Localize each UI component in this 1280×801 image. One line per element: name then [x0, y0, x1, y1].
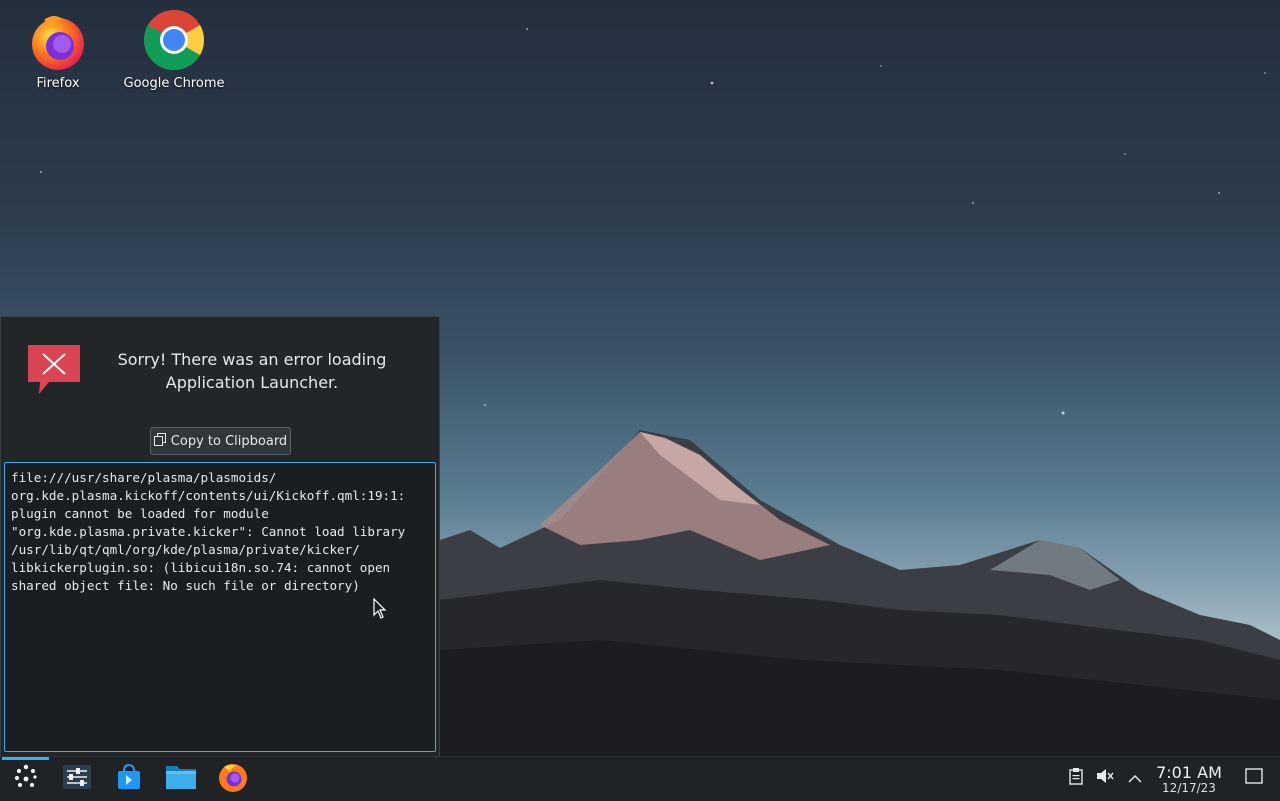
copy-to-clipboard-button[interactable]: Copy to Clipboard	[150, 427, 291, 455]
taskbar-system-settings[interactable]	[53, 757, 101, 801]
error-log-text[interactable]: file:///usr/share/plasma/plasmoids/ org.…	[4, 462, 436, 752]
desktop-icon-label: Firefox	[36, 76, 80, 91]
desktop-icon-label: Google Chrome	[123, 76, 225, 91]
application-launcher-button[interactable]	[2, 757, 50, 801]
volume-muted-icon	[1096, 768, 1114, 788]
clipboard-icon	[1069, 767, 1083, 789]
taskbar-discover[interactable]	[105, 757, 153, 801]
file-manager-icon	[165, 763, 197, 795]
chrome-icon	[142, 8, 206, 72]
show-desktop-icon	[1245, 768, 1263, 788]
taskbar-firefox[interactable]	[209, 757, 257, 801]
desktop-icon-firefox[interactable]: Firefox	[3, 8, 113, 91]
application-launcher-icon	[13, 764, 39, 794]
error-icon	[27, 344, 81, 400]
tray-volume[interactable]	[1094, 764, 1116, 792]
desktop-icon-chrome[interactable]: Google Chrome	[119, 8, 229, 91]
firefox-icon	[26, 8, 90, 72]
clock-time[interactable]: 7:01 AM	[1150, 763, 1228, 782]
clock-date[interactable]: 12/17/23	[1150, 781, 1228, 795]
chevron-up-icon	[1128, 769, 1142, 788]
taskbar-file-manager[interactable]	[157, 757, 205, 801]
tray-expand[interactable]	[1124, 764, 1146, 792]
firefox-icon	[217, 761, 249, 797]
show-desktop-button[interactable]	[1243, 764, 1265, 792]
taskbar	[0, 756, 1280, 801]
error-message: Sorry! There was an error loading Applic…	[117, 350, 387, 392]
discover-store-icon	[115, 763, 143, 795]
tray-clipboard[interactable]	[1065, 764, 1087, 792]
copy-button-label: Copy to Clipboard	[170, 433, 288, 449]
system-settings-icon	[62, 764, 92, 794]
mouse-cursor-icon	[373, 597, 387, 624]
copy-icon	[153, 432, 166, 450]
